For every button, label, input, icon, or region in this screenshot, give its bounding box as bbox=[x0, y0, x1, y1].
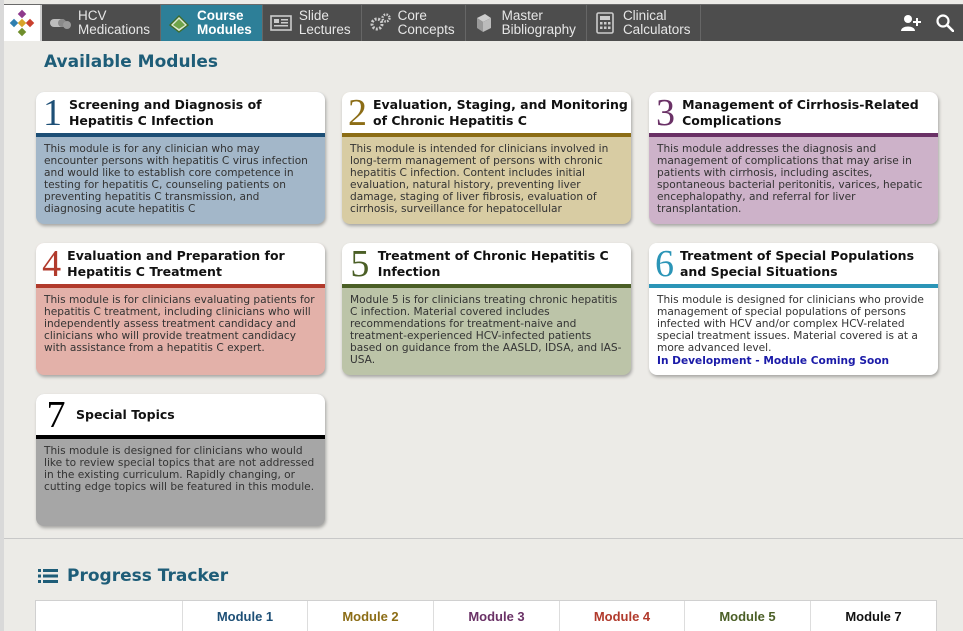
list-icon bbox=[38, 569, 58, 583]
progress-tracker-title: Progress Tracker bbox=[67, 566, 229, 586]
gears-icon bbox=[368, 11, 392, 35]
module-status-note: In Development - Module Coming Soon bbox=[657, 355, 890, 367]
module-description: This module is designed for clinicians w… bbox=[36, 439, 325, 526]
module-number: 1 bbox=[42, 92, 62, 134]
module-number: 7 bbox=[46, 394, 66, 436]
module-description-text: This module is for any clinician who may… bbox=[44, 143, 308, 215]
module-description: This module is for any clinician who may… bbox=[36, 137, 325, 224]
nav-item-slide-lectures[interactable]: Slide Lectures bbox=[263, 5, 362, 41]
books-icon bbox=[472, 11, 496, 35]
add-user-icon[interactable] bbox=[901, 13, 921, 33]
module-card-2[interactable]: 2 Evaluation, Staging, and Monitoring of … bbox=[342, 92, 631, 224]
module-card-5[interactable]: 5 Treatment of Chronic Hepatitis C Infect… bbox=[342, 243, 631, 375]
module-card-header: 2 Evaluation, Staging, and Monitoring of … bbox=[342, 92, 631, 137]
tracker-column-header[interactable]: Module 3 bbox=[434, 601, 560, 631]
calculator-icon bbox=[593, 11, 617, 35]
page-title: Available Modules bbox=[44, 52, 219, 72]
nav-item-label: Master Bibliography bbox=[501, 8, 576, 37]
module-description: This module addresses the diagnosis and … bbox=[649, 137, 938, 224]
module-title[interactable]: Evaluation and Preparation for Hepatitis… bbox=[67, 248, 325, 280]
section-divider bbox=[4, 538, 963, 539]
module-title[interactable]: Management of Cirrhosis-Related Complica… bbox=[682, 97, 938, 129]
nav-item-label: HCV Medications bbox=[78, 8, 151, 37]
nav-item-core-concepts[interactable]: Core Concepts bbox=[362, 5, 466, 41]
module-card-header: 1 Screening and Diagnosis of Hepatitis C … bbox=[36, 92, 325, 137]
tracker-column-header[interactable]: Module 7 bbox=[811, 601, 936, 631]
module-card-header: 5 Treatment of Chronic Hepatitis C Infect… bbox=[342, 243, 631, 288]
tracker-column-header[interactable]: Module 4 bbox=[560, 601, 685, 631]
module-title[interactable]: Special Topics bbox=[76, 407, 175, 423]
nav-item-course-modules[interactable]: Course Modules bbox=[161, 5, 263, 41]
module-description-text: This module addresses the diagnosis and … bbox=[657, 143, 923, 215]
tracker-column-header[interactable]: Module 2 bbox=[308, 601, 434, 631]
module-description: This module is designed for clinicians w… bbox=[649, 288, 938, 375]
module-card-header: 4 Evaluation and Preparation for Hepatiti… bbox=[36, 243, 325, 288]
module-title[interactable]: Treatment of Chronic Hepatitis C Infecti… bbox=[378, 248, 631, 280]
site-logo[interactable] bbox=[4, 5, 42, 41]
nav-item-hcv-medications[interactable]: HCV Medications bbox=[42, 5, 162, 41]
progress-tracker-table: Module 1 Module 2 Module 3 Module 4 Module 5… bbox=[35, 600, 937, 631]
module-description: Module 5 is for clinicians treating chro… bbox=[342, 288, 631, 375]
module-description-text: This module is designed for clinicians w… bbox=[657, 294, 924, 354]
top-navigation: HCV Medications Course Modules Slide Lectu… bbox=[4, 4, 963, 41]
nav-item-label: Core Concepts bbox=[397, 8, 455, 37]
nav-item-label: Clinical Calculators bbox=[622, 8, 691, 37]
slides-icon bbox=[269, 11, 293, 35]
module-card-header: 6 Treatment of Special Populations and Sp… bbox=[649, 243, 938, 288]
module-description-text: Module 5 is for clinicians treating chro… bbox=[350, 294, 622, 366]
module-description-text: This module is intended for clinicians i… bbox=[350, 143, 609, 215]
module-card-1[interactable]: 1 Screening and Diagnosis of Hepatitis C … bbox=[36, 92, 325, 224]
module-title[interactable]: Treatment of Special Populations and Spe… bbox=[680, 248, 938, 280]
search-icon[interactable] bbox=[935, 13, 955, 33]
module-title[interactable]: Evaluation, Staging, and Monitoring of C… bbox=[373, 97, 631, 129]
module-card-6[interactable]: 6 Treatment of Special Populations and Sp… bbox=[649, 243, 938, 375]
nav-item-master-bibliography[interactable]: Master Bibliography bbox=[466, 5, 587, 41]
module-description-text: This module is for clinicians evaluating… bbox=[44, 294, 315, 354]
tracker-column-header[interactable]: Module 1 bbox=[183, 601, 308, 631]
module-card-header: 7 Special Topics bbox=[36, 394, 325, 439]
module-number: 4 bbox=[42, 243, 62, 285]
module-number: 6 bbox=[655, 243, 674, 285]
module-card-7[interactable]: 7 Special Topics This module is designed f… bbox=[36, 394, 325, 526]
nav-item-clinical-calculators[interactable]: Clinical Calculators bbox=[587, 5, 702, 41]
module-description: This module is for clinicians evaluating… bbox=[36, 288, 325, 375]
module-title[interactable]: Screening and Diagnosis of Hepatitis C I… bbox=[69, 97, 325, 129]
module-description: This module is intended for clinicians i… bbox=[342, 137, 631, 224]
module-number: 3 bbox=[656, 92, 676, 134]
tracker-corner-cell bbox=[36, 601, 183, 631]
module-card-4[interactable]: 4 Evaluation and Preparation for Hepatiti… bbox=[36, 243, 325, 375]
logo-icon bbox=[9, 9, 35, 37]
nav-item-label: Course Modules bbox=[197, 8, 252, 37]
module-card-3[interactable]: 3 Management of Cirrhosis-Related Complic… bbox=[649, 92, 938, 224]
module-card-header: 3 Management of Cirrhosis-Related Complic… bbox=[649, 92, 938, 137]
pills-icon bbox=[48, 11, 72, 35]
book-icon bbox=[167, 11, 191, 35]
progress-tracker-heading: Progress Tracker bbox=[38, 566, 228, 586]
module-description-text: This module is designed for clinicians w… bbox=[44, 445, 315, 493]
tracker-column-header[interactable]: Module 5 bbox=[685, 601, 811, 631]
module-number: 5 bbox=[350, 243, 370, 285]
module-number: 2 bbox=[348, 92, 367, 134]
nav-item-label: Slide Lectures bbox=[298, 8, 351, 37]
